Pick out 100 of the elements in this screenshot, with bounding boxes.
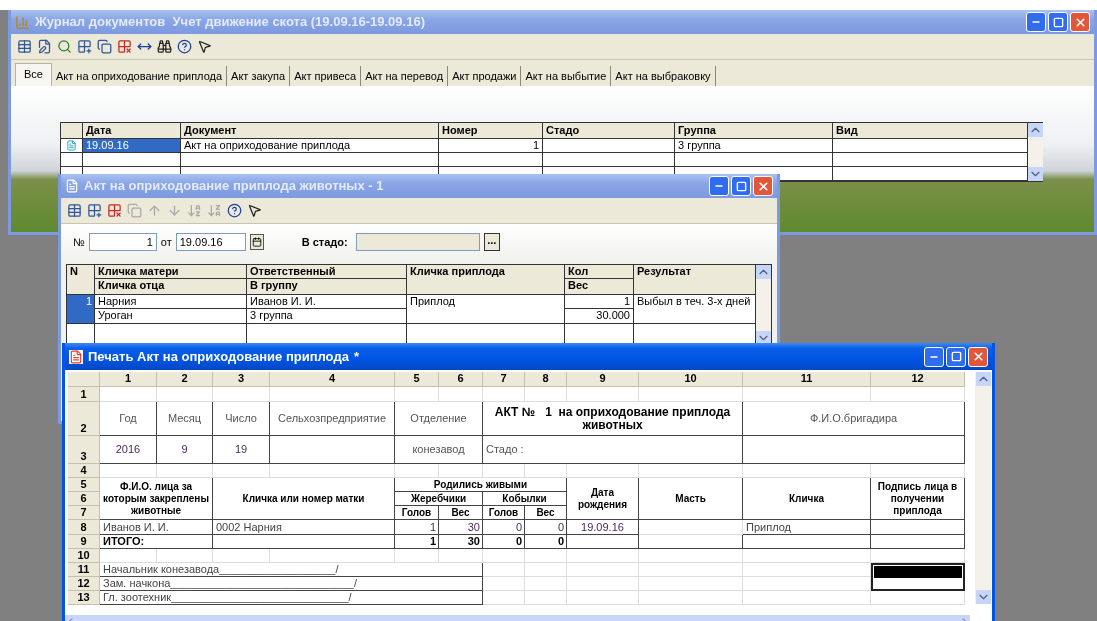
row-header[interactable]: 2 xyxy=(68,402,100,436)
calendar-button[interactable] xyxy=(249,234,264,250)
grid-cell[interactable] xyxy=(567,591,639,605)
column-header[interactable]: Кличка приплода xyxy=(407,265,564,279)
sheet-cell[interactable] xyxy=(639,535,743,549)
sheet-cell[interactable]: Вес xyxy=(525,506,567,520)
minimize-button[interactable] xyxy=(709,176,729,196)
sheet-cell[interactable]: Год xyxy=(100,402,157,436)
sheet-cell[interactable]: Кличка xyxy=(743,478,871,520)
grid-cell[interactable] xyxy=(525,591,567,605)
column-header[interactable]: 12 xyxy=(871,372,965,387)
sheet-cell[interactable]: Начальник конезавода___________________/ xyxy=(100,563,483,577)
sheet-cell[interactable]: 30 xyxy=(439,520,483,535)
scroll-up-icon[interactable] xyxy=(1028,123,1043,137)
table-cell[interactable]: 1 xyxy=(439,139,543,152)
column-header[interactable]: 6 xyxy=(439,372,483,387)
sheet-cell[interactable]: Подпись лица в получении приплода xyxy=(871,478,965,520)
pencil-page-icon[interactable] xyxy=(37,39,52,54)
date-field[interactable]: 19.09.16 xyxy=(175,233,246,251)
table-cell[interactable]: 1 xyxy=(565,295,633,309)
row-header[interactable]: 5 xyxy=(68,478,100,492)
table-cell[interactable]: Приплод xyxy=(407,295,564,309)
search-icon[interactable] xyxy=(57,39,72,54)
sheet-cell[interactable] xyxy=(567,535,639,549)
sheet-cell[interactable]: Гл. зоотехник_____________________________/ xyxy=(100,591,483,605)
sheet-cell[interactable]: 0 xyxy=(525,535,567,549)
sheet-cell[interactable]: Кобылки xyxy=(483,492,567,506)
grid-cell[interactable] xyxy=(639,591,743,605)
column-header[interactable]: Результат xyxy=(634,265,755,279)
scroll-up-icon[interactable] xyxy=(975,372,991,386)
sheet-cell[interactable]: 2016 xyxy=(100,436,157,464)
sheet-cell[interactable]: 0 xyxy=(525,520,567,535)
grid-cell[interactable] xyxy=(567,577,639,591)
grid-cross-icon[interactable] xyxy=(107,203,122,218)
grid-cell[interactable] xyxy=(567,563,639,577)
row-header[interactable]: 4 xyxy=(68,464,100,478)
number-field[interactable]: 1 xyxy=(88,233,157,251)
row-header[interactable]: 13 xyxy=(68,591,100,605)
sheet-cell[interactable]: 30 xyxy=(439,535,483,549)
binoculars-icon[interactable] xyxy=(157,39,172,54)
sheet-cell[interactable] xyxy=(743,436,965,464)
column-header[interactable]: 9 xyxy=(567,372,639,387)
table-cell[interactable]: 19.09.16 xyxy=(83,139,181,152)
vertical-scrollbar[interactable] xyxy=(975,372,991,604)
grid-cell[interactable] xyxy=(525,577,567,591)
sheet-cell[interactable]: Вес xyxy=(439,506,483,520)
column-header[interactable]: Группа xyxy=(675,123,833,138)
scroll-down-icon[interactable] xyxy=(975,590,991,604)
sheet-cell[interactable]: Отделение xyxy=(395,402,483,436)
table-cell[interactable]: 3 группа xyxy=(675,139,833,152)
column-header[interactable]: Документ xyxy=(181,123,439,138)
column-header[interactable]: Кол xyxy=(565,265,633,279)
sheet-cell[interactable]: Масть xyxy=(639,478,743,520)
sheet-cell[interactable]: 1 xyxy=(395,520,439,535)
grid-cross-icon[interactable] xyxy=(117,39,132,54)
grid-cell[interactable] xyxy=(639,577,743,591)
column-header[interactable]: 10 xyxy=(639,372,743,387)
sheet-cell[interactable]: 19.09.16 xyxy=(567,520,639,535)
close-button[interactable] xyxy=(753,176,773,196)
browse-button[interactable]: ... xyxy=(483,233,500,251)
sheet-cell[interactable]: Число xyxy=(213,402,270,436)
grid-cell[interactable] xyxy=(525,563,567,577)
column-header[interactable]: Дата xyxy=(83,123,181,138)
sheet-cell[interactable]: 19 xyxy=(213,436,270,464)
column-header[interactable]: 4 xyxy=(270,372,395,387)
maximize-button[interactable] xyxy=(731,176,751,196)
grid-cell[interactable] xyxy=(743,577,871,591)
sheet-cell[interactable]: Жеребчики xyxy=(395,492,483,506)
row-header[interactable]: 11 xyxy=(68,563,100,577)
column-header[interactable]: 3 xyxy=(213,372,270,387)
sheet-cell[interactable]: Ф.И.О.бригадира xyxy=(743,402,965,436)
table-cell[interactable]: Нарния xyxy=(95,295,246,309)
column-header[interactable]: 5 xyxy=(395,372,439,387)
close-button[interactable] xyxy=(1070,12,1090,32)
sheet-cell[interactable]: Сельхозпредприятие xyxy=(270,402,395,436)
grid-cell[interactable] xyxy=(639,563,743,577)
sheet-cell[interactable]: Месяц xyxy=(157,402,213,436)
row-header[interactable]: 1 xyxy=(68,387,100,402)
sheet-cell[interactable]: Иванов И. И. xyxy=(100,520,213,535)
sheet-cell[interactable]: Кличка или номер матки xyxy=(213,478,395,520)
vertical-scrollbar[interactable] xyxy=(1028,123,1043,181)
scroll-down-icon[interactable] xyxy=(1028,167,1043,181)
grid-cell[interactable] xyxy=(743,563,871,577)
help-icon[interactable] xyxy=(227,203,242,218)
sheet-cell[interactable]: Дата рождения xyxy=(567,478,639,520)
row-header[interactable]: 12 xyxy=(68,577,100,591)
corner-cell[interactable] xyxy=(68,372,100,387)
row-header[interactable]: 8 xyxy=(68,520,100,535)
column-header[interactable]: Вес xyxy=(565,279,633,293)
row-header[interactable]: 7 xyxy=(68,506,100,520)
sheet-cell[interactable]: Приплод xyxy=(743,520,871,535)
sheet-cell[interactable]: Ф.И.О. лица за которым закреплены животные xyxy=(100,478,213,520)
maximize-button[interactable] xyxy=(946,346,966,367)
sheet-cell[interactable]: Зам. начкона______________________________/ xyxy=(100,577,483,591)
sheet-cell[interactable] xyxy=(270,436,395,464)
column-header[interactable]: Номер xyxy=(439,123,543,138)
sheet-cell[interactable]: ИТОГО: xyxy=(100,535,213,549)
column-header[interactable]: 7 xyxy=(483,372,525,387)
copy-icon[interactable] xyxy=(97,39,112,54)
sheet-cell[interactable] xyxy=(871,520,965,535)
